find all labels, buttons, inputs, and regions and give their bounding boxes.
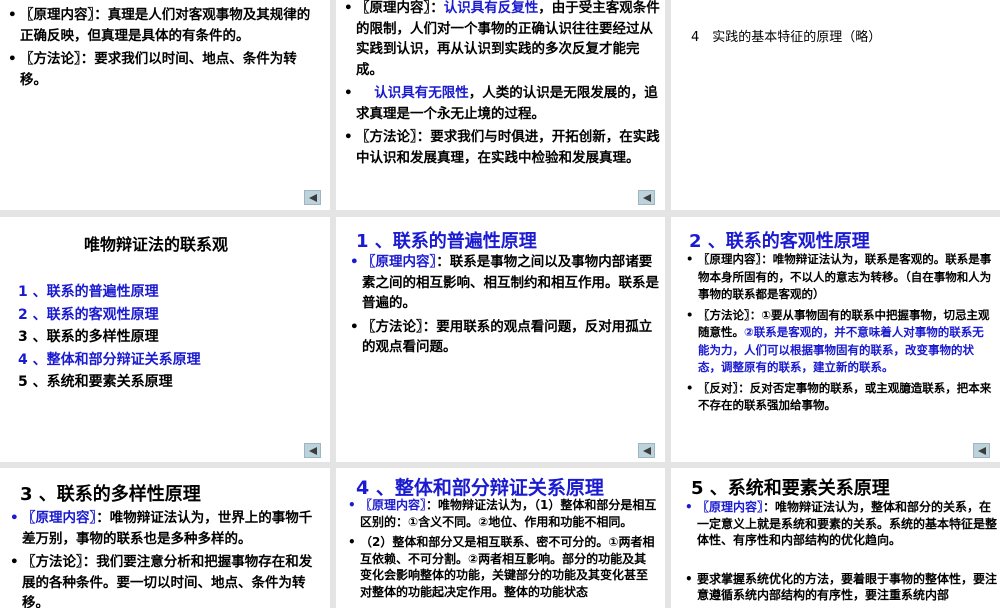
bullet-item: 〖原理内容〗：认识具有反复性，由于受主客观条件的限制，人们对一个事物的正确认识往… [342, 0, 660, 80]
bullet-list: 〖原理内容〗：唯物辩证法认为，整体和部分的关系，在一定意义上就是系统和要素的关系… [683, 499, 997, 608]
slide-6[interactable]: 2 、联系的客观性原理 〖原理内容〗：唯物辩证法认为，联系是客观的。联系是事物本… [671, 217, 1000, 462]
bullet-item: 〖原理内容〗：唯物辩证法认为，联系是客观的。联系是事物本身所固有的，不以人的意志… [684, 251, 994, 304]
toc-item[interactable]: 2 、联系的客观性原理 [18, 304, 201, 327]
bullet-item: （2）整体和部分又是相互联系、密不可分的。①两者相互依赖、不可分割。②两者相互影… [346, 534, 658, 600]
bullet-item: 〖方法论〗：要用联系的观点看问题，反对用孤立的观点看问题。 [348, 317, 660, 358]
bullet-list: 〖原理内容〗：认识具有反复性，由于受主客观条件的限制，人们对一个事物的正确认识往… [342, 0, 660, 171]
slide-title: 唯物辩证法的联系观 [84, 235, 229, 254]
bullet-text: 要求掌握系统优化的方法，要着眼于事物的整体性，要注意遵循系统内部结构的有序性，要… [697, 571, 998, 603]
bullet-item: 〖方法论〗：①要从事物固有的联系中把握事物，切忌主观随意性。②联系是客观的，并不… [684, 307, 994, 377]
slide-7[interactable]: 3 、联系的多样性原理 〖原理内容〗：唯物辩证法认为，世界上的事物千差万别，事物… [0, 468, 330, 608]
slide-4[interactable]: 唯物辩证法的联系观 1 、联系的普遍性原理 2 、联系的客观性原理 3 、联系的… [0, 217, 330, 462]
slide-title: 4 、整体和部分辩证关系原理 [356, 477, 604, 499]
slide-title: 2 、联系的客观性原理 [689, 231, 870, 252]
slide-title: 5 、系统和要素关系原理 [691, 478, 890, 499]
bullet-item: 要求掌握系统优化的方法，要着眼于事物的整体性，要注意遵循系统内部结构的有序性，要… [683, 571, 997, 604]
back-arrow-icon[interactable] [973, 443, 990, 458]
bullet-item: 〖原理内容〗：联系是事物之间以及事物内部诸要素之间的相互影响、相互制约和相互作用… [348, 252, 660, 314]
toc-item[interactable]: 3 、联系的多样性原理 [18, 326, 201, 349]
bullet-item: 〖原理内容〗：唯物辩证法认为，世界上的事物千差万别，事物的联系也是多种多样的。 [8, 508, 320, 549]
highlight-text: 认识具有反复性 [443, 0, 539, 16]
slide-5[interactable]: 1 、联系的普遍性原理 〖原理内容〗：联系是事物之间以及事物内部诸要素之间的相互… [336, 217, 665, 462]
back-arrow-icon[interactable] [638, 190, 655, 205]
bullet-text: 〖原理内容〗： [356, 0, 444, 16]
slide-8[interactable]: 4 、整体和部分辩证关系原理 〖原理内容〗：唯物辩证法认为，（1）整体和部分是相… [336, 468, 665, 608]
bullet-item: 〖方法论〗：要求我们以时间、地点、条件为转移。 [6, 49, 322, 90]
highlight-text: 〖原理内容〗 [360, 498, 427, 512]
slide-title: 1 、联系的普遍性原理 [356, 231, 537, 252]
slide-title: 3 、联系的多样性原理 [20, 484, 201, 505]
highlight-text: 〖原理内容〗 [697, 500, 764, 514]
slide-3[interactable]: 4 实践的基本特征的原理（略） [671, 0, 1000, 210]
bullet-item: 〖反对〗：反对否定事物的联系，或主观臆造联系，把本来不存在的联系强加给事物。 [684, 380, 994, 415]
bullet-list: 〖原理内容〗：真理是人们对客观事物及其规律的正确反映，但真理是具体的有条件的。〖… [6, 5, 322, 93]
bullet-text: 〖方法论〗：要求我们以时间、地点、条件为转移。 [20, 51, 297, 88]
bullet-text [356, 85, 374, 101]
bullet-text: 〖原理内容〗：唯物辩证法认为，联系是客观的。联系是事物本身所固有的，不以人的意志… [698, 252, 992, 301]
bullet-list: 〖原理内容〗：联系是事物之间以及事物内部诸要素之间的相互影响、相互制约和相互作用… [348, 252, 660, 361]
bullet-list: 〖原理内容〗：唯物辩证法认为，（1）整体和部分是相互区别的：①含义不同。②地位、… [346, 497, 658, 604]
toc-item[interactable]: 5 、系统和要素关系原理 [18, 371, 201, 394]
slide-2[interactable]: 〖原理内容〗：认识具有反复性，由于受主客观条件的限制，人们对一个事物的正确认识往… [336, 0, 665, 210]
slide-9[interactable]: 5 、系统和要素关系原理 〖原理内容〗：唯物辩证法认为，整体和部分的关系，在一定… [671, 468, 1000, 608]
bullet-item: 〖原理内容〗：真理是人们对客观事物及其规律的正确反映，但真理是具体的有条件的。 [6, 5, 322, 46]
back-arrow-icon[interactable] [638, 443, 655, 458]
highlight-text: 〖原理内容〗 [22, 510, 97, 526]
bullet-item: 〖方法论〗：要求我们与时俱进，开拓创新，在实践中认识和发展真理，在实践中检验和发… [342, 127, 660, 168]
bullet-list: 〖原理内容〗：唯物辩证法认为，联系是客观的。联系是事物本身所固有的，不以人的意志… [684, 251, 994, 418]
bullet-text: 〖原理内容〗：真理是人们对客观事物及其规律的正确反映，但真理是具体的有条件的。 [20, 7, 311, 44]
bullet-text: 〖方法论〗：要用联系的观点看问题，反对用孤立的观点看问题。 [362, 318, 653, 356]
toc-item[interactable]: 4 、整体和部分辩证关系原理 [18, 349, 201, 372]
bullet-item: 认识具有无限性，人类的认识是无限发展的，追求真理是一个永无止境的过程。 [342, 83, 660, 124]
slide-1[interactable]: 〖原理内容〗：真理是人们对客观事物及其规律的正确反映，但真理是具体的有条件的。〖… [0, 0, 330, 210]
toc-item[interactable]: 1 、联系的普遍性原理 [18, 281, 201, 304]
bullet-text: 〖反对〗：反对否定事物的联系，或主观臆造联系，把本来不存在的联系强加给事物。 [698, 380, 992, 413]
highlight-text: 〖原理内容〗 [362, 254, 437, 270]
bullet-text: 〖方法论〗：要求我们与时俱进，开拓创新，在实践中认识和发展真理，在实践中检验和发… [356, 129, 660, 166]
highlight-text: 认识具有无限性 [374, 85, 469, 101]
bullet-text: （2）整体和部分又是相互联系、密不可分的。①两者相互依赖、不可分割。②两者相互影… [360, 535, 655, 599]
bullet-item: 〖原理内容〗：唯物辩证法认为，（1）整体和部分是相互区别的：①含义不同。②地位、… [346, 497, 658, 530]
bullet-list: 〖原理内容〗：唯物辩证法认为，世界上的事物千差万别，事物的联系也是多种多样的。〖… [8, 508, 320, 608]
back-arrow-icon[interactable] [304, 190, 321, 205]
back-arrow-icon[interactable] [304, 443, 321, 458]
slide-text: 4 实践的基本特征的原理（略） [691, 30, 882, 45]
bullet-item: 〖原理内容〗：唯物辩证法认为，整体和部分的关系，在一定意义上就是系统和要素的关系… [683, 499, 997, 549]
toc-list: 1 、联系的普遍性原理 2 、联系的客观性原理 3 、联系的多样性原理 4 、整… [18, 281, 201, 394]
